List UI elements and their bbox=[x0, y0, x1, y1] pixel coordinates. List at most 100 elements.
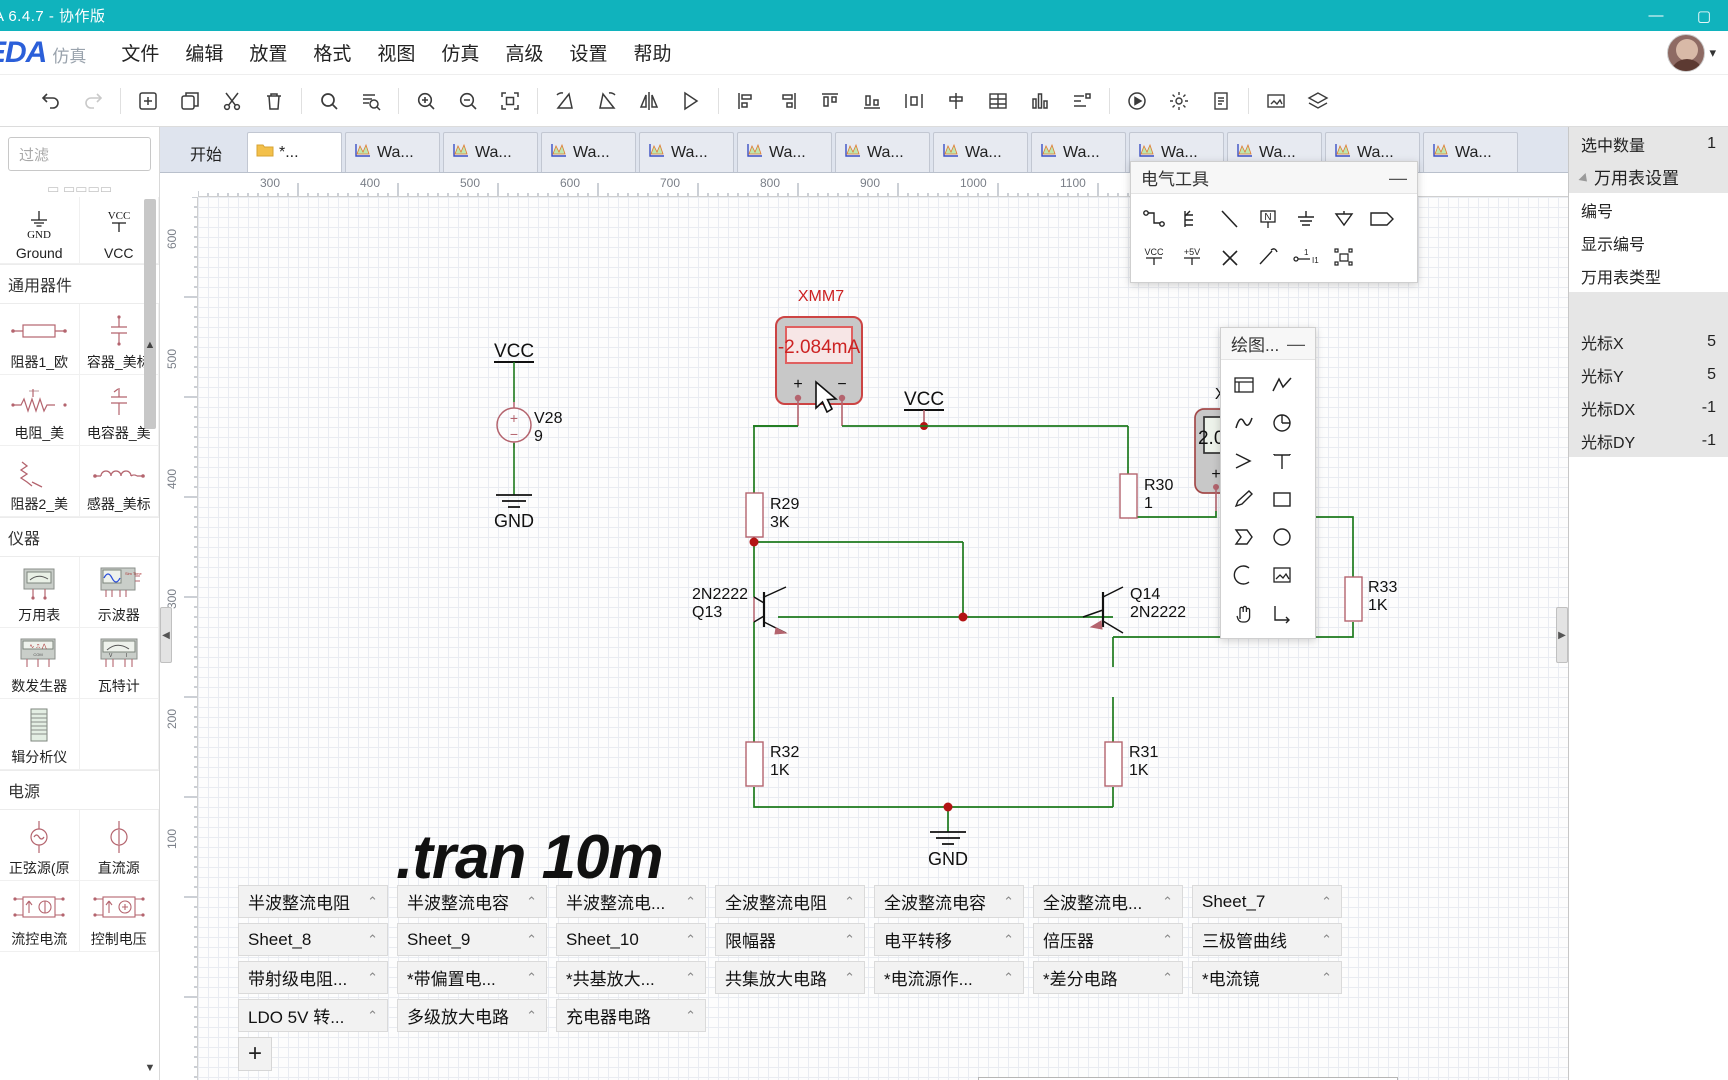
chevron-up-icon[interactable]: ⌃ bbox=[367, 970, 378, 986]
avatar[interactable] bbox=[1667, 34, 1706, 72]
image-tool-icon[interactable] bbox=[1263, 556, 1301, 594]
library-item-function-generator[interactable]: ∿ ⎍ ⋀ COM 数发生器 bbox=[0, 628, 80, 699]
property-row-number[interactable]: 编号 bbox=[1569, 193, 1728, 226]
rotate-ccw-icon[interactable] bbox=[544, 81, 586, 121]
image-icon[interactable] bbox=[1255, 81, 1297, 121]
property-row-show-number[interactable]: 显示编号 bbox=[1569, 226, 1728, 259]
cut-icon[interactable] bbox=[211, 81, 253, 121]
collapse-right-panel-handle[interactable]: ▶ bbox=[1556, 607, 1568, 663]
chart-icon[interactable] bbox=[1019, 81, 1061, 121]
chevron-up-icon[interactable]: ⌃ bbox=[844, 932, 855, 948]
menu-help[interactable]: 帮助 bbox=[620, 35, 684, 70]
library-item-resistor2[interactable]: 阻器2_美 bbox=[0, 446, 80, 517]
library-scroll-down-icon[interactable]: ▼ bbox=[143, 1062, 157, 1074]
plus5v-tool-icon[interactable]: +5V bbox=[1173, 238, 1211, 276]
find-replace-icon[interactable] bbox=[350, 81, 392, 121]
chevron-up-icon[interactable]: ⌃ bbox=[1162, 970, 1173, 986]
distribute-horizontal-icon[interactable] bbox=[893, 81, 935, 121]
pencil-tool-icon[interactable] bbox=[1225, 480, 1263, 518]
chevron-up-icon[interactable]: ⌃ bbox=[685, 1008, 696, 1024]
library-group-title-instruments[interactable]: 仪器 bbox=[0, 517, 159, 557]
library-item-ground[interactable]: GND Ground bbox=[0, 197, 80, 264]
align-top-icon[interactable] bbox=[809, 81, 851, 121]
vcc-net-left[interactable]: VCC bbox=[494, 341, 534, 402]
sheet-tab[interactable]: 多级放大电路 ⌃ bbox=[397, 999, 547, 1032]
sheet-tab[interactable]: 三极管曲线 ⌃ bbox=[1192, 923, 1342, 956]
frame-tool-icon[interactable] bbox=[1225, 366, 1263, 404]
sheet-tab[interactable]: Sheet_9 ⌃ bbox=[397, 923, 547, 956]
chevron-up-icon[interactable]: ⌃ bbox=[1003, 894, 1014, 910]
pie-tool-icon[interactable] bbox=[1225, 556, 1263, 594]
electrical-palette-header[interactable]: 电气工具 — bbox=[1131, 162, 1417, 194]
sheet-tab[interactable]: *差分电路 ⌃ bbox=[1033, 961, 1183, 994]
library-scroll-up-icon[interactable]: ▲ bbox=[143, 339, 157, 351]
tab-schematic[interactable]: *... bbox=[247, 132, 342, 172]
tab-waveform-8[interactable]: Wa... bbox=[1031, 132, 1126, 172]
fit-screen-icon[interactable] bbox=[489, 81, 531, 121]
netlabel-tool-icon[interactable]: N bbox=[1249, 200, 1287, 238]
align-bottom-icon[interactable] bbox=[851, 81, 893, 121]
transistor-q14[interactable]: Q14 2N2222 bbox=[1082, 586, 1186, 634]
property-row-meter-type[interactable]: 万用表类型 bbox=[1569, 259, 1728, 292]
sheet-tab[interactable]: 全波整流电... ⌃ bbox=[1033, 885, 1183, 918]
sheet-tab[interactable]: 共集放大电路 ⌃ bbox=[715, 961, 865, 994]
chevron-up-icon[interactable]: ⌃ bbox=[844, 894, 855, 910]
minimize-button[interactable]: — bbox=[1632, 0, 1680, 31]
library-item-resistor1[interactable]: 阻器1_欧 bbox=[0, 304, 80, 375]
library-filter-input[interactable]: 过滤 bbox=[8, 137, 151, 171]
zoom-in-icon[interactable] bbox=[405, 81, 447, 121]
drawing-tools-palette[interactable]: 绘图... — bbox=[1220, 327, 1316, 639]
sheet-tab[interactable]: *电流源作... ⌃ bbox=[874, 961, 1024, 994]
chevron-up-icon[interactable]: ⌃ bbox=[1321, 970, 1332, 986]
group-tool-icon[interactable] bbox=[1325, 238, 1363, 276]
align-center-icon[interactable] bbox=[935, 81, 977, 121]
chevron-up-icon[interactable]: ⌃ bbox=[526, 932, 537, 948]
library-scrollbar-thumb[interactable] bbox=[144, 199, 156, 429]
rectangle-tool-icon[interactable] bbox=[1263, 480, 1301, 518]
sheet-tab[interactable]: 限幅器 ⌃ bbox=[715, 923, 865, 956]
sheet-tab[interactable]: 全波整流电阻 ⌃ bbox=[715, 885, 865, 918]
menu-format[interactable]: 格式 bbox=[300, 35, 364, 70]
sheet-tab[interactable]: 充电器电路 ⌃ bbox=[556, 999, 706, 1032]
probe-tool-icon[interactable] bbox=[1249, 238, 1287, 276]
simulation-directive-label[interactable]: .tran 10m bbox=[396, 822, 664, 893]
delete-icon[interactable] bbox=[253, 81, 295, 121]
tab-waveform-3[interactable]: Wa... bbox=[541, 132, 636, 172]
user-account[interactable]: ▾ bbox=[1667, 34, 1716, 72]
zoom-out-icon[interactable] bbox=[447, 81, 489, 121]
menu-file[interactable]: 文件 bbox=[108, 35, 172, 70]
maximize-button[interactable]: ▢ bbox=[1680, 0, 1728, 31]
sheet-tab[interactable]: *电流镜 ⌃ bbox=[1192, 961, 1342, 994]
hand-tool-icon[interactable] bbox=[1225, 594, 1263, 632]
resistor-r33[interactable]: R33 1K bbox=[1344, 576, 1397, 622]
polyline-tool-icon[interactable] bbox=[1263, 366, 1301, 404]
menu-advanced[interactable]: 高级 bbox=[492, 35, 556, 70]
flip-vertical-icon[interactable] bbox=[670, 81, 712, 121]
sheet-tab[interactable]: *共基放大... ⌃ bbox=[556, 961, 706, 994]
chevron-up-icon[interactable]: ⌃ bbox=[526, 970, 537, 986]
sheet-tab[interactable]: 电平转移 ⌃ bbox=[874, 923, 1024, 956]
polygon-tool-icon[interactable] bbox=[1225, 518, 1263, 556]
tab-waveform-4[interactable]: Wa... bbox=[639, 132, 734, 172]
sheet-tab[interactable]: Sheet_10 ⌃ bbox=[556, 923, 706, 956]
menu-place[interactable]: 放置 bbox=[236, 35, 300, 70]
tab-waveform-5[interactable]: Wa... bbox=[737, 132, 832, 172]
library-item-ac-source[interactable]: 正弦源(原 bbox=[0, 810, 80, 881]
tab-waveform-1[interactable]: Wa... bbox=[345, 132, 440, 172]
sheet-tab[interactable]: 带射级电阻... ⌃ bbox=[238, 961, 388, 994]
bus-tool-icon[interactable] bbox=[1173, 200, 1211, 238]
sheet-tab[interactable]: Sheet_8 ⌃ bbox=[238, 923, 388, 956]
sheet-tab[interactable]: 全波整流电容 ⌃ bbox=[874, 885, 1024, 918]
chevron-up-icon[interactable]: ⌃ bbox=[1321, 894, 1332, 910]
menu-edit[interactable]: 编辑 bbox=[172, 35, 236, 70]
port-tool-icon[interactable] bbox=[1363, 200, 1401, 238]
library-group-title-general[interactable]: 通用器件 bbox=[0, 264, 159, 304]
layers-icon[interactable] bbox=[1297, 81, 1339, 121]
add-sheet-button[interactable]: + bbox=[238, 1037, 272, 1071]
tab-waveform-6[interactable]: Wa... bbox=[835, 132, 930, 172]
drawing-palette-header[interactable]: 绘图... — bbox=[1221, 328, 1315, 360]
search-icon[interactable] bbox=[308, 81, 350, 121]
rotate-cw-icon[interactable] bbox=[586, 81, 628, 121]
menu-view[interactable]: 视图 bbox=[364, 35, 428, 70]
document-icon[interactable] bbox=[1200, 81, 1242, 121]
